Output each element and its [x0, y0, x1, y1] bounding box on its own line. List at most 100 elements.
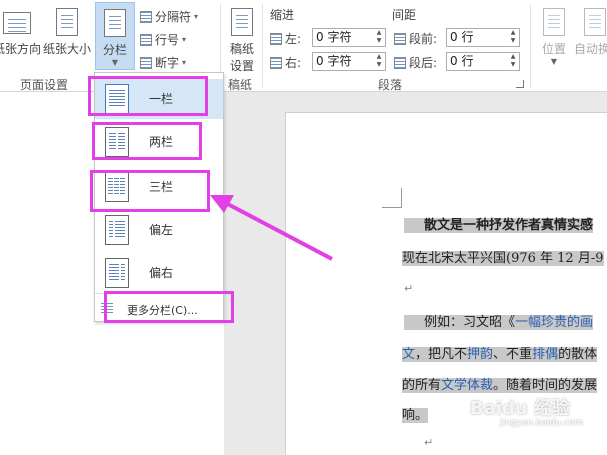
plain-text: 的所有 [402, 378, 442, 393]
doc-line-3: 例如：习文昭《一幅珍贵的画 [404, 311, 594, 330]
line-numbers-icon [140, 33, 152, 46]
indent-header: 缩进 [270, 8, 295, 22]
spacing-before-label: 段前: [409, 32, 438, 46]
group-separator [530, 4, 531, 88]
paragraph-mark: ↵ [424, 436, 434, 449]
size-button[interactable]: 纸张大小 [42, 8, 92, 57]
plain-text: 、不重 [493, 347, 533, 362]
chevron-down-icon: ▾ [182, 35, 187, 44]
columns-label: 分栏 [102, 43, 127, 57]
spacing-before-icon [394, 32, 406, 45]
columns-icon [104, 9, 126, 37]
line-numbers-button[interactable]: 行号 ▾ [140, 31, 186, 48]
dialog-launcher-icon[interactable] [516, 80, 524, 88]
hyphenation-icon [140, 56, 152, 69]
right-column-icon [105, 258, 129, 288]
manuscript-icon [231, 8, 253, 36]
menu-item-label: 偏左 [149, 223, 174, 237]
spacing-after-label: 段后: [409, 56, 438, 70]
manuscript-label-2: 设置 [229, 59, 254, 73]
manuscript-button[interactable]: 稿纸 设置 [224, 8, 260, 74]
spacing-before-input[interactable]: 0 行 ▲ ▼ [446, 28, 520, 47]
margin-corner-mark [382, 188, 402, 208]
link-text[interactable]: 文学体裁 [441, 378, 493, 393]
doc-line-5: 的所有文学体裁。随着时间的发展 [402, 374, 598, 393]
selected-text: 例如：习文昭《一幅珍贵的画 [404, 315, 594, 330]
menu-item-label: 偏右 [149, 266, 174, 280]
selected-text: 响。 [402, 408, 429, 423]
plain-text: 。随着时间的发展 [493, 378, 598, 393]
indent-right-icon [270, 56, 282, 69]
columns-button[interactable]: 分栏 ▼ [95, 2, 135, 70]
spacing-after-icon [394, 56, 406, 69]
group-separator [262, 4, 263, 88]
orientation-label: 纸张方向 [0, 42, 41, 56]
highlight-box-one-column [88, 76, 208, 116]
plain-text: 的散体 [558, 347, 598, 362]
indent-right-input[interactable]: 0 字符 ▲ ▼ [312, 52, 386, 71]
doc-line-1: 散文是一种抒发作者真情实感 [404, 214, 594, 233]
indent-left-value: 0 字符 [316, 30, 352, 44]
manuscript-label-1: 稿纸 [229, 42, 254, 56]
doc-line-4: 文，把凡不押韵、不重排偶的散体 [402, 343, 598, 362]
link-text[interactable]: 排偶 [532, 347, 558, 362]
spinner-arrows-icon[interactable]: ▲ ▼ [374, 29, 384, 46]
hyphenation-label: 断字 [155, 56, 180, 70]
spacing-header: 间距 [392, 8, 417, 22]
hyphenation-button[interactable]: 断字 ▾ [140, 54, 186, 71]
highlight-box-more-columns [104, 291, 234, 323]
indent-left-input[interactable]: 0 字符 ▲ ▼ [312, 28, 386, 47]
watermark-url: jingyan.baidu.com [500, 418, 584, 428]
column-lines [109, 264, 119, 282]
chevron-down-icon: ▾ [194, 12, 199, 21]
line-numbers-label: 行号 [155, 33, 180, 47]
position-icon [543, 8, 565, 36]
position-button[interactable]: 位置 ▼ [536, 8, 572, 66]
indent-right-value: 0 字符 [316, 54, 352, 68]
breaks-button[interactable]: 分隔符 ▾ [140, 8, 198, 25]
indent-left-label: 左: [285, 32, 302, 46]
group-manuscript-label: 稿纸 [228, 78, 253, 92]
spacing-after-value: 0 行 [450, 54, 474, 68]
link-text[interactable]: 一幅珍贵的画 [515, 315, 593, 330]
wrap-text-icon [584, 8, 606, 36]
selected-text: 现在北宋太平兴国(976 年 12 月-9 [402, 251, 604, 266]
wrap-text-button[interactable]: 自动换 [574, 8, 607, 57]
position-label: 位置 [541, 42, 566, 56]
chevron-down-icon: ▾ [182, 58, 187, 67]
doc-line-6: 响。 [402, 404, 429, 423]
highlight-box-three-columns [90, 170, 210, 212]
watermark: Baidu 经验 [470, 398, 571, 419]
chevron-down-icon: ▼ [111, 58, 119, 67]
plain-text: ，把凡不 [415, 347, 468, 362]
indent-left-label-row: 左: [270, 30, 301, 47]
text-prefix: 例如：习文昭《 [424, 315, 516, 330]
indent-left-icon [270, 32, 282, 45]
spacing-before-value: 0 行 [450, 30, 474, 44]
orientation-button[interactable]: 纸张方向 [0, 8, 42, 57]
selected-text: 文，把凡不押韵、不重排偶的散体 [402, 347, 598, 362]
highlight-box-two-columns [92, 122, 202, 160]
paper-size-icon [56, 8, 78, 36]
breaks-icon [140, 10, 152, 23]
doc-line-2: 现在北宋太平兴国(976 年 12 月-9 [402, 247, 604, 266]
link-text[interactable]: 文 [402, 347, 415, 362]
spacing-after-label-row: 段后: [394, 54, 437, 71]
column-lines [109, 221, 113, 239]
orientation-icon [3, 12, 31, 34]
group-paragraph-label: 段落 [378, 78, 403, 92]
spacing-after-input[interactable]: 0 行 ▲ ▼ [446, 52, 520, 71]
indent-right-label: 右: [285, 56, 302, 70]
left-column-icon [105, 215, 129, 245]
group-page-setup-label: 页面设置 [20, 78, 69, 92]
spinner-arrows-icon[interactable]: ▲ ▼ [374, 53, 384, 70]
spinner-arrows-icon[interactable]: ▲ ▼ [508, 53, 518, 70]
selected-text: 的所有文学体裁。随着时间的发展 [402, 378, 598, 393]
chevron-down-icon: ▼ [550, 57, 558, 66]
breaks-label: 分隔符 [155, 10, 192, 24]
paragraph-mark: ↵ [404, 282, 414, 295]
column-lines [115, 221, 125, 239]
spinner-arrows-icon[interactable]: ▲ ▼ [508, 29, 518, 46]
column-lines [121, 264, 125, 282]
link-text[interactable]: 押韵 [467, 347, 493, 362]
